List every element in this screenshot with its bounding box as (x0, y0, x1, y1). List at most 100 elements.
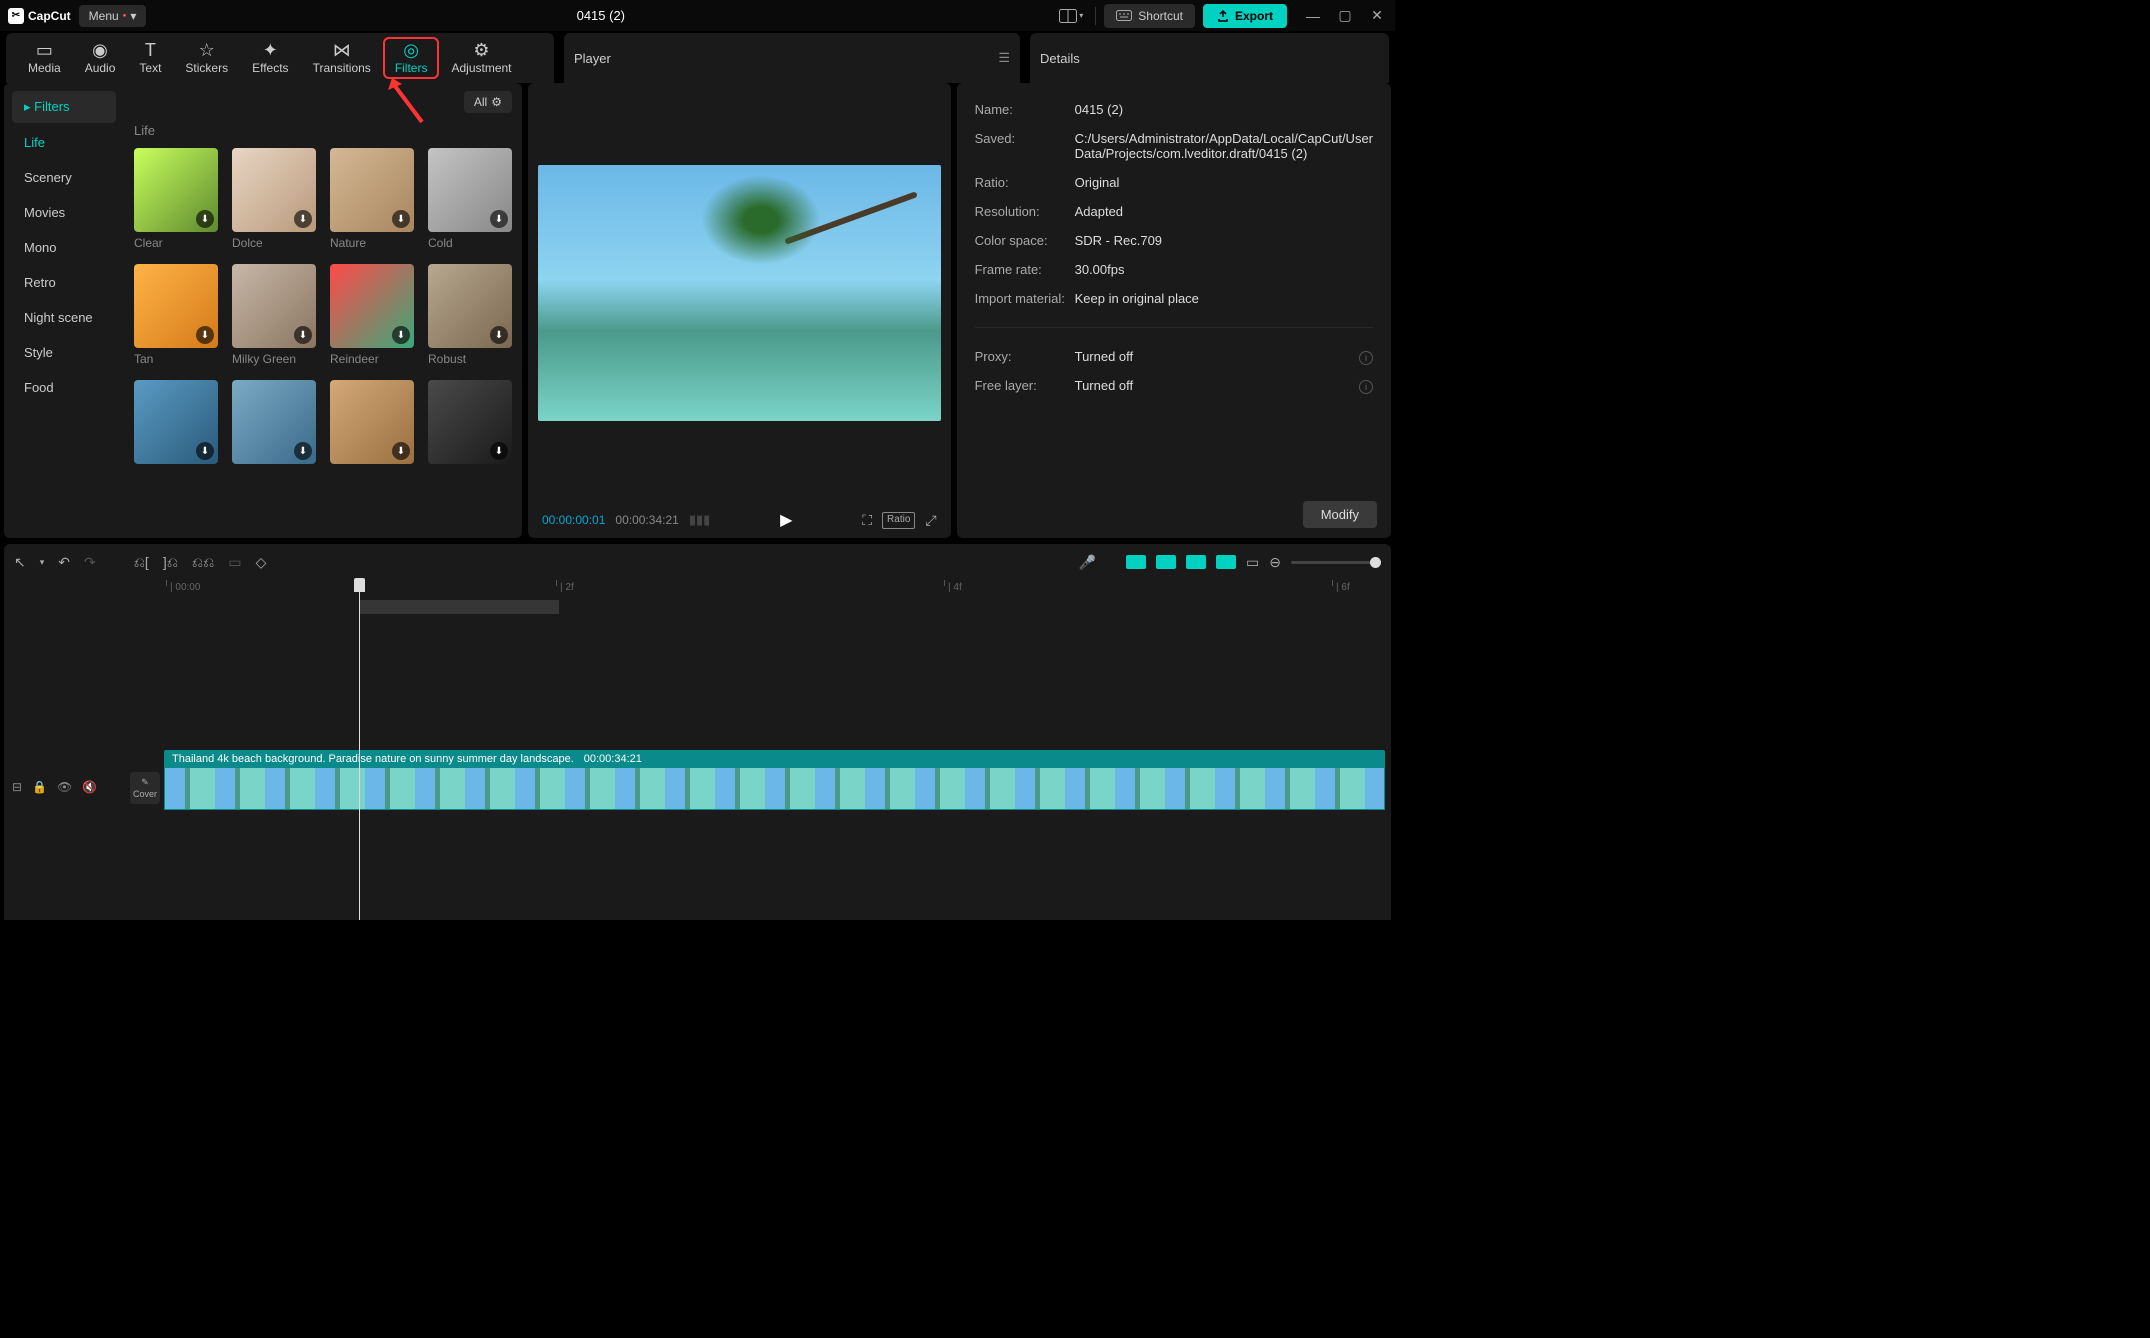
filter-thumbnail: ⬇ (428, 380, 512, 464)
stickers-icon: ☆ (199, 41, 215, 59)
download-icon[interactable]: ⬇ (392, 442, 410, 460)
split-tool[interactable]: ⎌[ (134, 554, 149, 571)
tab-effects[interactable]: ✦Effects (240, 37, 300, 79)
video-preview[interactable] (538, 165, 941, 421)
split-right-tool[interactable]: ⎌⎌ (192, 554, 214, 571)
cursor-dropdown-icon[interactable]: ▾ (40, 557, 45, 568)
tab-audio[interactable]: ◉Audio (73, 37, 128, 79)
undo-button[interactable]: ↶ (58, 554, 70, 571)
filter-item[interactable]: ⬇ (134, 380, 218, 464)
track-collapse-icon[interactable]: ⊟ (12, 780, 22, 794)
ruler-tick: | 00:00 (170, 582, 200, 593)
transitions-icon: ⋈ (333, 41, 351, 59)
fullscreen-icon[interactable]: ⤢ (925, 512, 936, 529)
tab-stickers[interactable]: ☆Stickers (173, 37, 240, 79)
download-icon[interactable]: ⬇ (490, 326, 508, 344)
snap-toggle-4[interactable] (1216, 555, 1236, 569)
split-left-tool[interactable]: ]⎌ (163, 554, 178, 571)
snap-toggle-1[interactable] (1126, 555, 1146, 569)
download-icon[interactable]: ⬇ (196, 326, 214, 344)
shortcut-button[interactable]: Shortcut (1104, 4, 1195, 28)
menu-icon[interactable]: ☰ (998, 50, 1010, 66)
cover-button[interactable]: ✎ Cover (130, 772, 160, 804)
track-lock-icon[interactable]: 🔒 (32, 780, 47, 794)
cursor-tool[interactable]: ↖ (14, 554, 26, 571)
track-visibility-icon[interactable]: 👁 (57, 780, 72, 794)
category-scenery[interactable]: Scenery (12, 162, 116, 193)
download-icon[interactable]: ⬇ (196, 210, 214, 228)
tab-media[interactable]: ▭Media (16, 37, 73, 79)
track-mute-icon[interactable]: 🔇 (82, 780, 97, 794)
download-icon[interactable]: ⬇ (490, 210, 508, 228)
category-style[interactable]: Style (12, 337, 116, 368)
info-icon[interactable]: i (1359, 351, 1373, 365)
keyboard-icon (1116, 10, 1132, 21)
tab-filters[interactable]: ◎Filters (383, 37, 440, 79)
detail-colorspace-label: Color space: (975, 233, 1075, 248)
minimize-button[interactable]: — (1303, 7, 1323, 24)
filter-item[interactable]: ⬇ (330, 380, 414, 464)
download-icon[interactable]: ⬇ (196, 442, 214, 460)
project-title: 0415 (2) (154, 8, 1047, 23)
adjustment-icon: ⚙ (473, 41, 489, 59)
filter-item[interactable]: ⬇ (428, 380, 512, 464)
download-icon[interactable]: ⬇ (294, 210, 312, 228)
snap-toggle-3[interactable] (1186, 555, 1206, 569)
tab-transitions[interactable]: ⋈Transitions (301, 37, 383, 79)
focus-icon[interactable]: ⛶ (862, 512, 872, 529)
maximize-button[interactable]: ▢ (1335, 7, 1355, 24)
filter-item[interactable]: ⬇Milky Green (232, 264, 316, 366)
redo-button[interactable]: ↷ (84, 554, 96, 571)
video-clip[interactable]: Thailand 4k beach background. Paradise n… (164, 750, 1385, 812)
category-retro[interactable]: Retro (12, 267, 116, 298)
filter-item[interactable]: ⬇Tan (134, 264, 218, 366)
all-filter-button[interactable]: All ⚙ (464, 91, 512, 113)
filter-item[interactable]: ⬇ Cold (428, 148, 512, 250)
download-icon[interactable]: ⬇ (392, 210, 410, 228)
chevron-down-icon: ▾ (1079, 11, 1083, 20)
filter-name: Cold (428, 236, 512, 250)
divider (1095, 7, 1096, 25)
close-button[interactable]: ✕ (1367, 7, 1387, 24)
category-night-scene[interactable]: Night scene (12, 302, 116, 333)
menu-button[interactable]: Menu ● ▾ (79, 5, 147, 27)
filter-item[interactable]: ⬇ Nature (330, 148, 414, 250)
filter-name: Nature (330, 236, 414, 250)
tool-tabs: ▭Media◉AudioTText☆Stickers✦Effects⋈Trans… (6, 33, 554, 83)
mic-icon[interactable]: 🎤 (1079, 554, 1096, 571)
info-icon[interactable]: i (1359, 380, 1373, 394)
category-mono[interactable]: Mono (12, 232, 116, 263)
timeline-ruler[interactable]: | 00:00| 2f| 4f| 6f (164, 580, 1391, 600)
download-icon[interactable]: ⬇ (392, 326, 410, 344)
tab-adjustment[interactable]: ⚙Adjustment (439, 37, 523, 79)
zoom-out-icon[interactable]: ⊖ (1269, 554, 1281, 571)
snap-toggle-2[interactable] (1156, 555, 1176, 569)
sidebar-header[interactable]: ▸ Filters (12, 91, 116, 123)
filter-item[interactable]: ⬇Reindeer (330, 264, 414, 366)
export-button[interactable]: Export (1203, 4, 1287, 28)
category-food[interactable]: Food (12, 372, 116, 403)
download-icon[interactable]: ⬇ (294, 442, 312, 460)
detail-freelayer-label: Free layer: (975, 378, 1075, 393)
playhead[interactable] (359, 580, 360, 920)
filter-item[interactable]: ⬇Robust (428, 264, 512, 366)
timeline[interactable]: | 00:00| 2f| 4f| 6f ⊟ 🔒 👁 🔇 ✎ Cover Thai… (4, 580, 1391, 920)
zoom-slider[interactable] (1291, 561, 1381, 564)
delete-tool[interactable]: ▭ (228, 554, 241, 571)
modify-button[interactable]: Modify (1303, 501, 1377, 528)
preview-icon[interactable]: ▭ (1246, 554, 1259, 571)
details-title: Details (1040, 51, 1080, 66)
play-button[interactable]: ▶ (780, 510, 792, 530)
download-icon[interactable]: ⬇ (294, 326, 312, 344)
category-movies[interactable]: Movies (12, 197, 116, 228)
category-life[interactable]: Life (12, 127, 116, 158)
filter-item[interactable]: ⬇Clear (134, 148, 218, 250)
download-icon[interactable]: ⬇ (490, 442, 508, 460)
marker-tool[interactable]: ◇ (256, 554, 267, 571)
filter-item[interactable]: ⬇ (232, 380, 316, 464)
filter-item[interactable]: ⬇Dolce (232, 148, 316, 250)
tab-text[interactable]: TText (127, 37, 173, 79)
ratio-button[interactable]: Ratio (882, 512, 915, 529)
layout-button[interactable]: ▾ (1055, 5, 1087, 27)
detail-name-label: Name: (975, 102, 1075, 117)
